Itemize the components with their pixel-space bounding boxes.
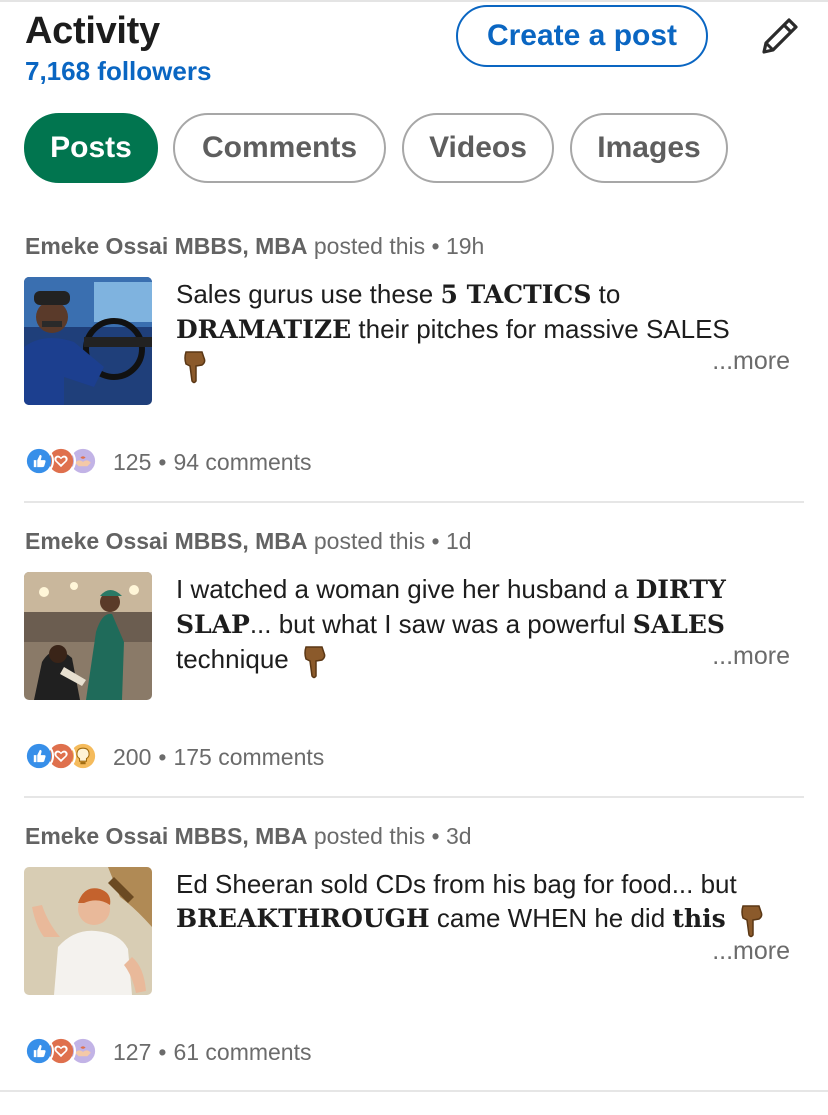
activity-header: Activity 7,168 followers Create a post [0, 0, 828, 100]
pencil-icon[interactable] [756, 12, 804, 60]
post-text-part: their pitches for massive SALES [351, 314, 730, 344]
social-counts[interactable]: 125 • 94 comments [24, 444, 312, 480]
post-item[interactable]: Emeke Ossai MBBS, MBA posted this • 3d E… [0, 823, 828, 1083]
dot-separator: • [158, 448, 167, 475]
post-action: posted this [313, 528, 426, 554]
see-more-link[interactable]: ...more [712, 642, 790, 671]
social-counts[interactable]: 200 • 175 comments [24, 739, 324, 775]
post-text-part: Sales gurus use these [176, 279, 441, 309]
create-post-button[interactable]: Create a post [456, 5, 708, 67]
bottom-divider [0, 1090, 828, 1092]
tab-videos[interactable]: Videos [402, 113, 554, 183]
dot-separator: • [431, 823, 440, 849]
reaction-icons [24, 446, 104, 478]
comments-count[interactable]: 61 comments [173, 1039, 311, 1066]
post-action: posted this [313, 823, 426, 849]
reactions-count: 127 [113, 1038, 152, 1065]
post-thumbnail[interactable] [24, 572, 152, 700]
post-text-part: came WHEN he did [429, 903, 673, 933]
reactions-count: 125 [113, 448, 152, 475]
post-text-part: Ed Sheeran sold CDs from his bag for foo… [176, 869, 737, 899]
post-author[interactable]: Emeke Ossai MBBS, MBA [25, 823, 307, 849]
post-time: 1d [445, 528, 472, 554]
tab-posts[interactable]: Posts [24, 113, 158, 183]
post-text[interactable]: Ed Sheeran sold CDs from his bag for foo… [176, 867, 806, 938]
reaction-icons [24, 1036, 104, 1068]
pointing-down-hand-icon [304, 646, 326, 679]
like-icon [24, 446, 54, 476]
post-text-bold: SALES [632, 610, 725, 639]
post-action: posted this [313, 233, 426, 259]
post-text-bold: SLAP [176, 610, 250, 639]
dot-separator: • [158, 743, 167, 770]
post-text-bold: BREAKTHROUGH [176, 904, 430, 933]
post-meta: Emeke Ossai MBBS, MBA posted this • 3d [25, 823, 472, 850]
post-text-bold: this [672, 904, 726, 933]
post-meta: Emeke Ossai MBBS, MBA posted this • 19h [25, 233, 484, 260]
reactions-count: 200 [113, 743, 152, 770]
like-icon [24, 741, 54, 771]
page-title: Activity [25, 10, 160, 52]
activity-tabs: Posts Comments Videos Images [24, 113, 824, 185]
followers-count[interactable]: 7,168 followers [25, 56, 211, 87]
pointing-down-hand-icon [741, 905, 763, 938]
post-text-part: I watched a woman give her husband a [176, 574, 636, 604]
post-text-bold: 5 TACTICS [440, 280, 592, 309]
post-divider [24, 501, 804, 503]
post-text-bold: DIRTY [635, 575, 726, 604]
post-thumbnail[interactable] [24, 867, 152, 995]
tab-images[interactable]: Images [570, 113, 728, 183]
pointing-down-hand-icon [184, 351, 206, 384]
post-author[interactable]: Emeke Ossai MBBS, MBA [25, 233, 307, 259]
post-thumbnail[interactable] [24, 277, 152, 405]
post-text-part: to [591, 279, 621, 309]
comments-count[interactable]: 175 comments [173, 744, 324, 771]
post-divider [24, 796, 804, 798]
post-time: 3d [445, 823, 472, 849]
post-item[interactable]: Emeke Ossai MBBS, MBA posted this • 1d I… [0, 528, 828, 788]
dot-separator: • [158, 1038, 167, 1065]
post-text-bold: DRAMATIZE [176, 315, 352, 344]
post-meta: Emeke Ossai MBBS, MBA posted this • 1d [25, 528, 472, 555]
post-item[interactable]: Emeke Ossai MBBS, MBA posted this • 19h … [0, 233, 828, 493]
see-more-link[interactable]: ...more [712, 347, 790, 376]
dot-separator: • [431, 233, 440, 259]
post-author[interactable]: Emeke Ossai MBBS, MBA [25, 528, 307, 554]
dot-separator: • [431, 528, 440, 554]
see-more-link[interactable]: ...more [712, 937, 790, 966]
like-icon [24, 1036, 54, 1066]
social-counts[interactable]: 127 • 61 comments [24, 1034, 312, 1070]
tab-comments[interactable]: Comments [173, 113, 386, 183]
comments-count[interactable]: 94 comments [173, 449, 311, 476]
reaction-icons [24, 741, 104, 773]
post-text-part: ... but what I saw was a powerful [249, 609, 633, 639]
post-text-part: technique [176, 644, 289, 674]
post-time: 19h [445, 233, 485, 259]
